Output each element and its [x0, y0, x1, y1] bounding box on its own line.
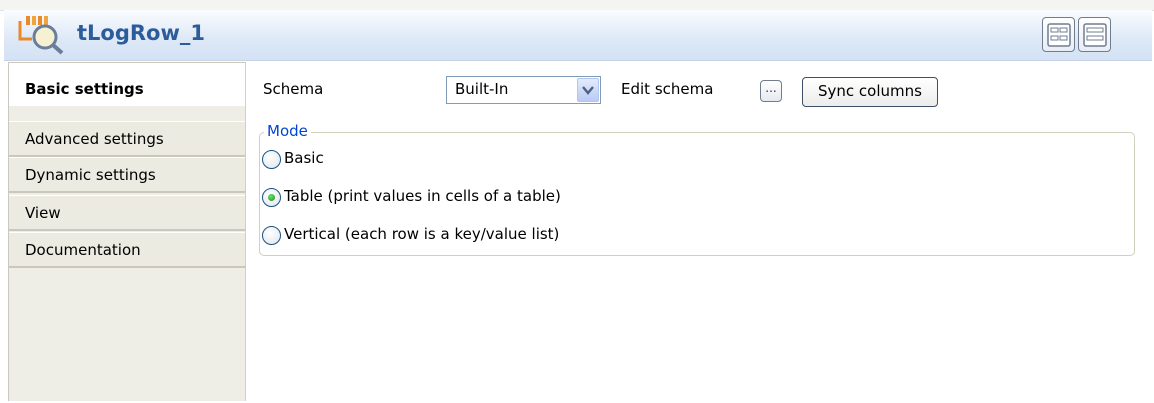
radio-label: Table (print values in cells of a table): [284, 187, 561, 205]
radio-label: Vertical (each row is a key/value list): [284, 225, 560, 243]
edit-schema-label: Edit schema: [621, 80, 714, 98]
component-title-bar: tLogRow_1: [4, 10, 1152, 61]
grid-layout-button[interactable]: [1042, 17, 1075, 52]
settings-sidebar: Basic settings Advanced settings Dynamic…: [8, 62, 246, 401]
tab-advanced-settings[interactable]: Advanced settings: [9, 121, 245, 157]
radio-label: Basic: [284, 149, 324, 167]
sync-columns-button[interactable]: Sync columns: [802, 77, 938, 107]
radio-button[interactable]: [262, 226, 281, 245]
tab-dynamic-settings[interactable]: Dynamic settings: [9, 157, 245, 193]
stacked-layout-icon: [1083, 23, 1107, 47]
schema-select[interactable]: Built-In: [446, 76, 601, 104]
component-title: tLogRow_1: [77, 21, 205, 45]
basic-settings-panel: Schema Built-In Edit schema ... Sync col…: [245, 62, 1151, 401]
schema-label: Schema: [263, 80, 324, 98]
chevron-down-icon[interactable]: [577, 78, 599, 102]
component-icon: [18, 15, 66, 55]
schema-select-value: Built-In: [455, 80, 509, 98]
mode-group-title: Mode: [264, 122, 311, 140]
tab-basic-settings[interactable]: Basic settings: [9, 62, 245, 106]
edit-schema-button[interactable]: ...: [760, 80, 782, 102]
grid-layout-icon: [1047, 23, 1071, 47]
stacked-layout-button[interactable]: [1078, 17, 1111, 52]
tab-view[interactable]: View: [9, 195, 245, 231]
radio-button[interactable]: [262, 150, 281, 169]
radio-button-checked[interactable]: [262, 188, 281, 207]
tab-documentation[interactable]: Documentation: [9, 232, 245, 268]
